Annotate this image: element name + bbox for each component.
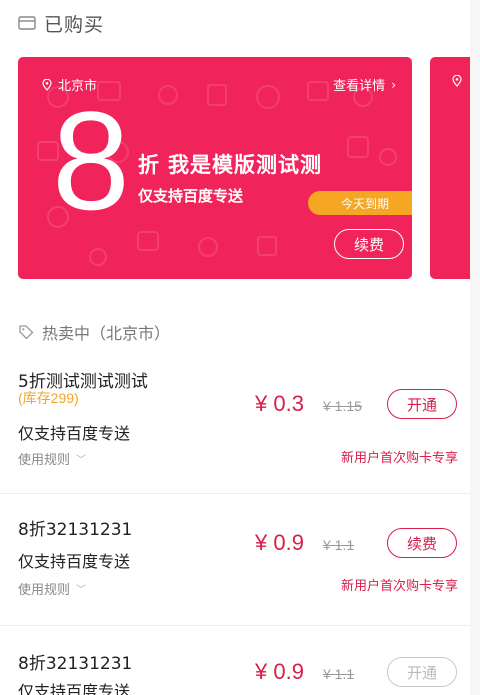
- renew-button[interactable]: 续费: [387, 528, 457, 558]
- promo-text: 新用户首次购卡专享: [340, 451, 458, 466]
- purchased-header: 已购买: [18, 10, 104, 36]
- chevron-right-icon: ›: [391, 77, 396, 92]
- usage-rules-label: 使用规则: [18, 583, 71, 598]
- product-delivery: 仅支持百度专送: [18, 552, 131, 571]
- renew-button[interactable]: 续费: [334, 229, 404, 259]
- chevron-down-icon: ﹀: [76, 585, 87, 596]
- scrollbar[interactable]: [470, 0, 480, 695]
- product-stock: (库存299): [18, 390, 79, 406]
- product-item[interactable]: 5折测试测试测试 (库存299) 仅支持百度专送 使用规则 ﹀ ¥ 0.3 ¥ …: [0, 360, 470, 495]
- hot-selling-title: 热卖中（北京市）: [42, 324, 171, 343]
- product-original-price: ¥ 1.1: [323, 537, 355, 553]
- card-icon: [18, 16, 36, 30]
- card-name: 我是模版测试测: [168, 153, 322, 177]
- discount-number: 8: [52, 82, 130, 239]
- product-price: ¥ 0.9: [255, 530, 304, 555]
- product-name: 8折32131231: [18, 654, 133, 674]
- product-price: ¥ 0.3: [255, 391, 304, 416]
- next-card-peek[interactable]: [430, 57, 470, 279]
- page: 已购买 北京市 查看详情 › 8 折 我是模版测试测 仅支持百度专送 今天到期 …: [0, 0, 470, 695]
- usage-rules-toggle[interactable]: 使用规则 ﹀: [18, 449, 86, 468]
- product-item[interactable]: 8折32131231 仅支持百度专送 ¥ 0.9 ¥ 1.1 开通: [0, 625, 470, 695]
- usage-rules-toggle[interactable]: 使用规则 ﹀: [18, 579, 86, 598]
- promo-text: 新用户首次购卡专享: [340, 579, 458, 594]
- product-item[interactable]: 8折32131231 仅支持百度专送 使用规则 ﹀ ¥ 0.9 ¥ 1.1 续费…: [0, 495, 470, 626]
- tag-icon: [19, 325, 34, 340]
- product-delivery: 仅支持百度专送: [18, 682, 131, 695]
- location-icon: [42, 78, 52, 91]
- usage-rules-label: 使用规则: [18, 453, 71, 468]
- product-delivery: 仅支持百度专送: [18, 424, 131, 443]
- product-price: ¥ 0.9: [255, 659, 304, 684]
- open-button[interactable]: 开通: [387, 389, 457, 419]
- expire-badge: 今天到期: [308, 191, 412, 215]
- card-carousel[interactable]: 北京市 查看详情 › 8 折 我是模版测试测 仅支持百度专送 今天到期 续费: [18, 57, 470, 279]
- product-original-price: ¥ 1.1: [323, 666, 355, 682]
- discount-unit: 折: [138, 153, 160, 177]
- purchased-title: 已购买: [44, 13, 105, 36]
- product-original-price: ¥ 1.15: [323, 398, 362, 414]
- discount-line: 折 我是模版测试测: [138, 149, 322, 179]
- next-card-city: [452, 75, 468, 87]
- open-button[interactable]: 开通: [387, 657, 457, 687]
- chevron-down-icon: ﹀: [76, 455, 87, 466]
- hot-selling-header: 热卖中（北京市）: [18, 320, 170, 344]
- view-details-link[interactable]: 查看详情 ›: [333, 75, 396, 95]
- product-name: 8折32131231: [18, 520, 133, 540]
- card-delivery: 仅支持百度专送: [138, 187, 244, 205]
- location-icon: [452, 75, 462, 87]
- view-details-label: 查看详情: [333, 79, 386, 94]
- membership-card[interactable]: 北京市 查看详情 › 8 折 我是模版测试测 仅支持百度专送 今天到期 续费: [18, 57, 412, 279]
- divider: [0, 493, 470, 494]
